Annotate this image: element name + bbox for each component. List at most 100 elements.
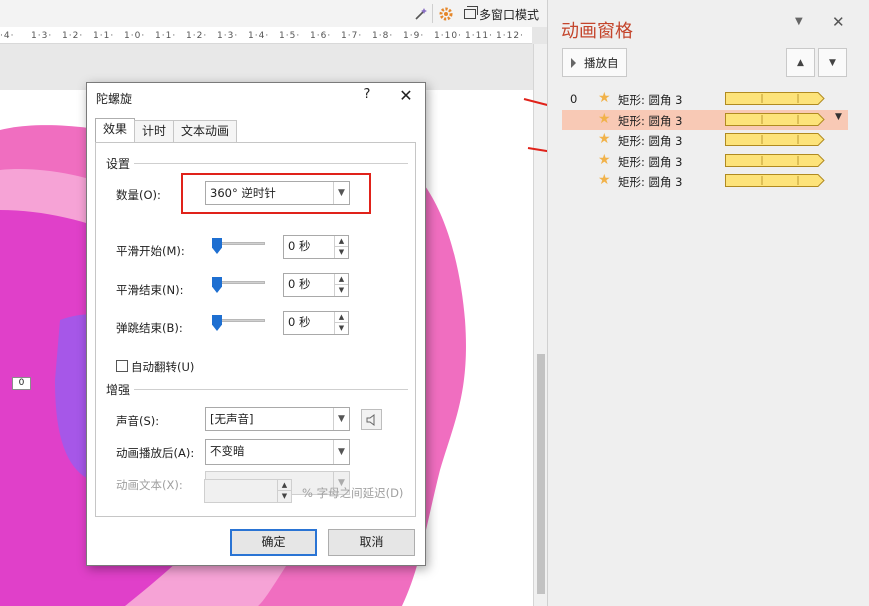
- spin-down-icon[interactable]: ▼: [335, 247, 348, 258]
- settings-gear-icon[interactable]: [437, 4, 455, 24]
- sound-value: [无声音]: [210, 412, 254, 426]
- smooth-start-slider-thumb[interactable]: [212, 238, 222, 254]
- spin-effect-dialog: 陀螺旋 ? ✕ 效果 计时 文本动画 设置 数量(O): 360° 逆时针 ▼ …: [86, 82, 426, 566]
- ruler-mark: 1·7·: [341, 30, 363, 41]
- multi-window-icon: [464, 6, 478, 19]
- auto-reverse-checkbox[interactable]: [116, 360, 128, 372]
- after-animation-label: 动画播放后(A):: [116, 446, 195, 460]
- enhance-group-label: 增强: [106, 381, 135, 398]
- sound-select[interactable]: [无声音] ▼: [205, 407, 350, 431]
- spinner-buttons[interactable]: ▲ ▼: [334, 236, 348, 258]
- animation-item-name: 矩形: 圆角 3: [618, 113, 683, 128]
- top-toolbar: 多窗口模式: [0, 0, 547, 27]
- bounce-end-slider-thumb[interactable]: [212, 315, 222, 331]
- ruler-mark: 1·2·: [62, 30, 84, 41]
- emphasis-star-icon: ★: [598, 151, 611, 168]
- animation-list-item[interactable]: ★ 矩形: 圆角 3 ▼: [562, 109, 848, 130]
- chevron-down-icon[interactable]: ▼: [333, 440, 349, 464]
- ruler-mark: 1·4·: [248, 30, 270, 41]
- app-window: 多窗口模式 ·4· 1·3· 1·2· 1·1· 1·0· 1·1· 1·2· 1·3· 1·4…: [0, 0, 869, 606]
- ruler-mark: 1·10·: [434, 30, 462, 41]
- pane-options-icon[interactable]: ▼: [795, 16, 803, 27]
- emphasis-star-icon: ★: [598, 172, 611, 188]
- ruler-mark: 1·8·: [372, 30, 394, 41]
- auto-reverse-label[interactable]: 自动翻转(U): [131, 359, 194, 375]
- spin-up-icon[interactable]: ▲: [335, 274, 348, 285]
- ruler-marks: ·4· 1·3· 1·2· 1·1· 1·0· 1·1· 1·2· 1·3· 1·4· 1·5· 1…: [0, 27, 532, 44]
- smooth-start-value: 0 秒: [288, 239, 311, 253]
- tab-effect[interactable]: 效果: [95, 118, 136, 142]
- settings-group-label: 设置: [106, 155, 135, 172]
- ok-button[interactable]: 确定: [230, 529, 317, 556]
- ruler-mark: ·4·: [0, 30, 15, 41]
- bounce-end-spinner[interactable]: 0 秒 ▲ ▼: [283, 311, 349, 335]
- multi-window-label: 多窗口模式: [479, 7, 540, 22]
- move-up-button[interactable]: ▲: [786, 48, 815, 77]
- effect-tab-panel: 设置 数量(O): 360° 逆时针 ▼ 平滑开始(M): 0 秒 ▲ ▼ 平滑结…: [95, 142, 416, 517]
- spin-down-icon[interactable]: ▼: [278, 491, 291, 502]
- animation-pane: 动画窗格 ▼ ✕ 播放自 ▲ ▼ 0 ★ 矩形: 圆角 3 ★ 矩形: 圆角 3 ▼ ★ 矩形…: [547, 0, 869, 606]
- chevron-down-icon[interactable]: ▼: [333, 408, 349, 430]
- spin-up-icon[interactable]: ▲: [278, 480, 291, 491]
- scrollbar-thumb[interactable]: [537, 354, 545, 594]
- ruler-mark: 1·1·: [155, 30, 177, 41]
- animation-item-index: 0: [570, 92, 578, 106]
- close-icon[interactable]: ✕: [832, 13, 845, 31]
- after-animation-select[interactable]: 不变暗 ▼: [205, 439, 350, 465]
- animation-item-name: 矩形: 圆角 3: [618, 154, 683, 169]
- animation-list-item[interactable]: ★ 矩形: 圆角 3: [562, 130, 848, 151]
- tab-text-animation[interactable]: 文本动画: [173, 120, 238, 142]
- timeline-bar[interactable]: [725, 92, 825, 105]
- item-options-chevron-icon[interactable]: ▼: [835, 112, 842, 122]
- dialog-title: 陀螺旋: [96, 92, 133, 106]
- spin-up-icon[interactable]: ▲: [335, 312, 348, 323]
- spin-down-icon[interactable]: ▼: [335, 323, 348, 334]
- timeline-bar[interactable]: [725, 174, 825, 187]
- animation-list-item[interactable]: ★ 矩形: 圆角 3: [562, 171, 848, 192]
- emphasis-star-icon: ★: [598, 131, 611, 147]
- ruler-end: [532, 27, 547, 44]
- speaker-icon[interactable]: [361, 409, 382, 430]
- ruler-mark: 1·9·: [403, 30, 425, 41]
- play-from-label: 播放自: [584, 55, 619, 70]
- spinner-buttons[interactable]: ▲ ▼: [334, 274, 348, 296]
- ruler-mark: 1·1·: [93, 30, 115, 41]
- enhance-divider: [132, 389, 408, 390]
- ruler-mark: 1·11·: [465, 30, 493, 41]
- ruler-mark: 1·12·: [496, 30, 524, 41]
- tab-timing[interactable]: 计时: [134, 120, 175, 142]
- smooth-end-spinner[interactable]: 0 秒 ▲ ▼: [283, 273, 349, 297]
- smooth-start-spinner[interactable]: 0 秒 ▲ ▼: [283, 235, 349, 259]
- letter-delay-spinner[interactable]: ▲ ▼: [204, 479, 292, 503]
- arrow-up-icon: ▲: [797, 57, 804, 68]
- multi-window-button[interactable]: 多窗口模式: [464, 4, 539, 24]
- spinner-buttons[interactable]: ▲ ▼: [334, 312, 348, 334]
- ruler-mark: 1·2·: [186, 30, 208, 41]
- toolbar-separator: [432, 4, 433, 23]
- emphasis-star-icon: ★: [598, 90, 611, 106]
- settings-divider: [132, 163, 408, 164]
- animation-list-item[interactable]: ★ 矩形: 圆角 3: [562, 151, 848, 172]
- ruler-mark: 1·5·: [279, 30, 301, 41]
- move-down-button[interactable]: ▼: [818, 48, 847, 77]
- cancel-button[interactable]: 取消: [328, 529, 415, 556]
- spinner-buttons[interactable]: ▲ ▼: [277, 480, 291, 502]
- spin-down-icon[interactable]: ▼: [335, 285, 348, 296]
- dialog-tabs: 效果 计时 文本动画: [95, 118, 238, 142]
- smooth-start-label: 平滑开始(M):: [116, 244, 185, 258]
- animation-list-item[interactable]: 0 ★ 矩形: 圆角 3: [562, 89, 848, 110]
- timeline-bar[interactable]: [725, 112, 825, 126]
- play-from-button[interactable]: 播放自: [562, 48, 627, 77]
- smooth-end-value: 0 秒: [288, 277, 311, 291]
- smooth-end-label: 平滑结束(N):: [116, 283, 184, 297]
- after-animation-value: 不变暗: [210, 444, 245, 458]
- help-button[interactable]: ?: [359, 87, 375, 105]
- sound-label: 声音(S):: [116, 414, 160, 428]
- close-icon[interactable]: ✕: [397, 86, 415, 106]
- smooth-end-slider-thumb[interactable]: [212, 277, 222, 293]
- timeline-bar[interactable]: [725, 133, 825, 146]
- wand-icon[interactable]: [412, 4, 430, 24]
- timeline-bar[interactable]: [725, 153, 825, 167]
- spin-up-icon[interactable]: ▲: [335, 236, 348, 247]
- animate-text-label: 动画文本(X):: [116, 478, 183, 492]
